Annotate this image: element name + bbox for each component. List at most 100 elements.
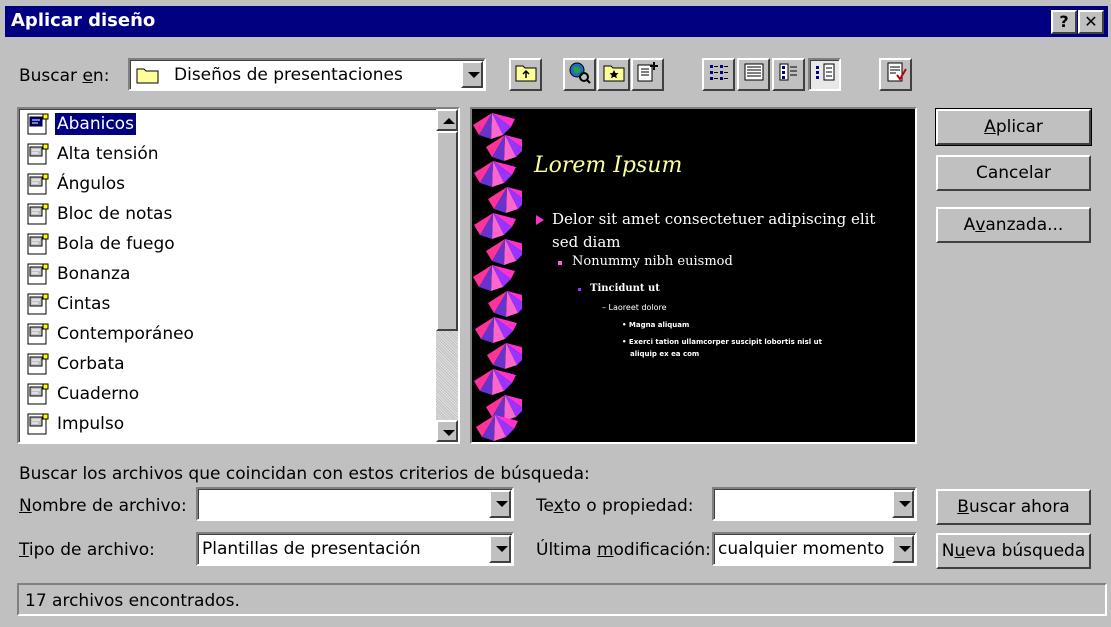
web-search-button[interactable] [563,58,596,91]
details-view-button[interactable] [737,58,770,91]
chevron-down-icon[interactable] [461,61,483,88]
vertical-scrollbar[interactable] [436,109,458,442]
list-item-label: Alta tensión [57,144,159,164]
close-button[interactable]: ✕ [1078,10,1104,34]
list-item[interactable]: Impulso [27,410,126,438]
fan-decoration-icon [473,113,522,441]
presentation-template-icon [27,353,49,375]
preview-bullet-1a: Delor sit amet consectetuer adipiscing e… [552,210,876,228]
list-item[interactable]: Bola de fuego [27,230,177,258]
list-item-label: Ángulos [57,174,125,194]
commands-icon [885,61,907,88]
last-modified-value: cualquier momento [718,539,885,559]
last-modified-label: Última modificación: [536,540,711,560]
list-item[interactable]: Corbata [27,350,127,378]
filetype-label: Tipo de archivo: [19,540,155,560]
presentation-template-icon [27,173,49,195]
web-search-icon [568,60,592,89]
list-item[interactable]: Cuaderno [27,380,141,408]
add-favorites-icon [636,61,660,88]
preview-view-button[interactable] [808,58,841,91]
properties-view-button[interactable] [772,58,805,91]
presentation-template-icon [27,263,49,285]
apply-button[interactable]: Aplicar [935,108,1092,146]
status-bar: 17 archivos encontrados. [17,583,1107,616]
favorites-icon [603,62,625,87]
properties-view-icon [778,62,800,87]
up-folder-icon [515,62,537,87]
chevron-down-icon[interactable] [489,535,511,563]
apply-design-dialog: Aplicar diseño ? ✕ Buscar en: Diseños de… [0,0,1111,627]
status-text: 17 archivos encontrados. [25,591,240,611]
presentation-template-icon [27,293,49,315]
preview-bullet-4: – Laoreet dolore [602,303,667,312]
filename-combo[interactable] [196,487,514,521]
chevron-down-icon[interactable] [892,490,914,518]
find-now-button[interactable]: Buscar ahora [936,489,1091,525]
design-preview: Lorem Ipsum Delor sit amet consectetuer … [470,107,917,444]
list-item-label: Bonanza [57,264,131,284]
list-item-label: Abanicos [55,113,136,135]
list-item-label: Bloc de notas [57,204,173,224]
chevron-down-icon[interactable] [892,535,914,563]
list-item-label: Contemporáneo [57,324,194,344]
list-item[interactable]: Alta tensión [27,140,161,168]
list-item-label: Impulso [57,414,125,434]
list-item-label: Bola de fuego [57,234,175,254]
list-item[interactable]: Ángulos [27,170,127,198]
add-favorites-button[interactable] [631,58,664,91]
look-in-label: Buscar en: [19,66,110,86]
scroll-thumb[interactable] [436,131,458,331]
text-property-label: Texto o propiedad: [536,496,694,516]
presentation-template-icon [27,323,49,345]
details-view-icon [743,62,765,87]
favorites-button[interactable] [597,58,630,91]
text-property-combo[interactable] [712,487,917,521]
bullet-icon [558,261,562,265]
cancel-button[interactable]: Cancelar [936,155,1091,191]
search-criteria-label: Buscar los archivos que coincidan con es… [19,464,590,484]
list-item[interactable]: Contemporáneo [27,320,196,348]
look-in-value: Diseños de presentaciones [174,65,403,85]
bullet-icon [536,215,544,225]
presentation-template-icon [27,233,49,255]
title-bar: Aplicar diseño ? ✕ [5,6,1108,37]
list-item-label: Corbata [57,354,125,374]
window-title: Aplicar diseño [11,10,156,31]
scroll-down-button[interactable] [436,420,458,442]
last-modified-combo[interactable]: cualquier momento [712,532,917,566]
list-item[interactable]: Bonanza [27,260,132,288]
filetype-combo[interactable]: Plantillas de presentación [196,532,514,566]
list-item[interactable]: Bloc de notas [27,200,174,228]
file-list-items: Abanicos Alta tensión Ángulos Bloc de notas… [19,109,436,442]
filetype-value: Plantillas de presentación [202,539,421,559]
list-item[interactable]: Abanicos [27,110,136,138]
list-item-label: Cuaderno [57,384,140,404]
up-folder-button[interactable] [509,58,542,91]
preview-view-icon [814,62,836,87]
arrow-up-icon [443,118,455,124]
presentation-template-icon [27,143,49,165]
presentation-template-icon [27,383,49,405]
preview-title: Lorem Ipsum [534,153,683,178]
list-view-icon [708,62,730,87]
help-button[interactable]: ? [1051,10,1077,34]
preview-bullet-1b: sed diam [552,233,621,251]
filename-label: Nombre de archivo: [19,496,187,516]
presentation-template-icon [27,203,49,225]
look-in-combo[interactable]: Diseños de presentaciones [128,58,486,91]
commands-button[interactable] [879,58,912,91]
new-search-button[interactable]: Nu eva búsqueda [936,533,1091,569]
list-item[interactable]: Cintas [27,290,112,318]
preview-bullet-5: • Magna aliquam [622,321,690,329]
list-view-button[interactable] [702,58,735,91]
presentation-template-icon [27,113,49,135]
advanced-button[interactable]: Av anzada... [936,207,1091,243]
file-list[interactable]: Abanicos Alta tensión Ángulos Bloc de notas… [17,107,460,444]
scroll-up-button[interactable] [436,109,458,131]
preview-bullet-6a: • Exerci tation ullamcorper suscipit lob… [622,338,822,346]
list-item-label: Cintas [57,294,111,314]
chevron-down-icon[interactable] [489,490,511,518]
bullet-icon [578,288,581,291]
preview-bullet-6b: aliquip ex ea com [630,350,700,358]
